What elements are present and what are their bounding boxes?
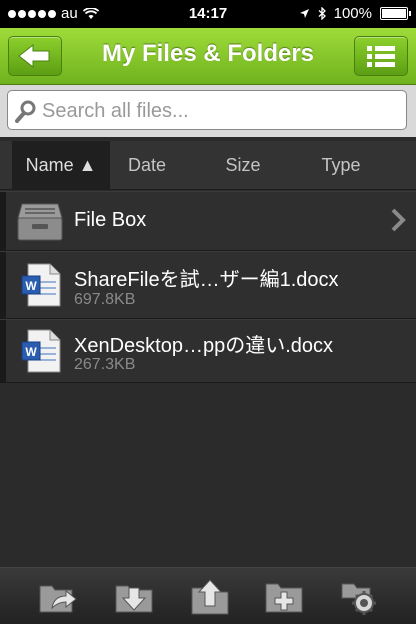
list-item-file[interactable]: W ShareFileを試…ザー編1.docx 697.8KB	[0, 251, 416, 319]
search-box	[7, 90, 407, 130]
battery-percent: 100%	[333, 5, 372, 22]
new-folder-icon	[265, 583, 303, 613]
search-bar	[0, 85, 416, 137]
tab-sort-type[interactable]: Type	[304, 141, 378, 189]
item-size: 267.3KB	[74, 356, 136, 373]
svg-text:W: W	[25, 279, 37, 293]
sort-tabs: Name ▲ Date Size Type	[0, 141, 416, 190]
share-button[interactable]	[38, 578, 78, 616]
list-item-file[interactable]: W XenDesktop…ppの違い.docx 267.3KB	[0, 319, 416, 383]
item-size: 697.8KB	[74, 291, 136, 308]
tab-sort-name[interactable]: Name ▲	[12, 141, 110, 189]
bottom-toolbar	[0, 567, 416, 624]
status-bar: au 14:17 100%	[0, 0, 416, 28]
file-box-icon	[17, 203, 63, 241]
search-icon	[15, 100, 36, 123]
svg-text:W: W	[25, 345, 37, 359]
settings-icon	[341, 583, 376, 615]
new-folder-button[interactable]	[264, 578, 304, 616]
list-menu-icon	[367, 46, 395, 67]
list-item-file-box[interactable]: File Box	[0, 191, 416, 251]
word-doc-icon: W	[21, 263, 61, 307]
download-button[interactable]	[114, 578, 154, 616]
upload-icon	[191, 579, 229, 615]
item-name: XenDesktop…ppの違い.docx	[74, 335, 334, 357]
item-name: ShareFileを試…ザー編1.docx	[74, 269, 339, 291]
nav-bar: My Files & Folders	[0, 28, 416, 85]
page-title: My Files & Folders	[101, 40, 315, 67]
share-icon	[39, 585, 77, 613]
tab-sort-date[interactable]: Date	[110, 141, 184, 189]
search-input[interactable]	[40, 95, 399, 127]
battery-icon	[380, 7, 411, 20]
tab-sort-size[interactable]: Size	[206, 141, 280, 189]
back-button[interactable]	[8, 36, 62, 76]
status-right: 100%	[299, 5, 411, 22]
location-arrow-icon	[299, 9, 309, 18]
chevron-right-icon	[391, 208, 406, 232]
list-menu-button[interactable]	[354, 36, 408, 76]
back-arrow-icon	[18, 43, 50, 69]
settings-button[interactable]	[340, 578, 380, 616]
download-icon	[115, 585, 153, 613]
item-name: File Box	[74, 209, 147, 231]
word-doc-icon: W	[21, 329, 61, 373]
upload-button[interactable]	[190, 578, 230, 616]
bluetooth-icon	[318, 7, 326, 20]
